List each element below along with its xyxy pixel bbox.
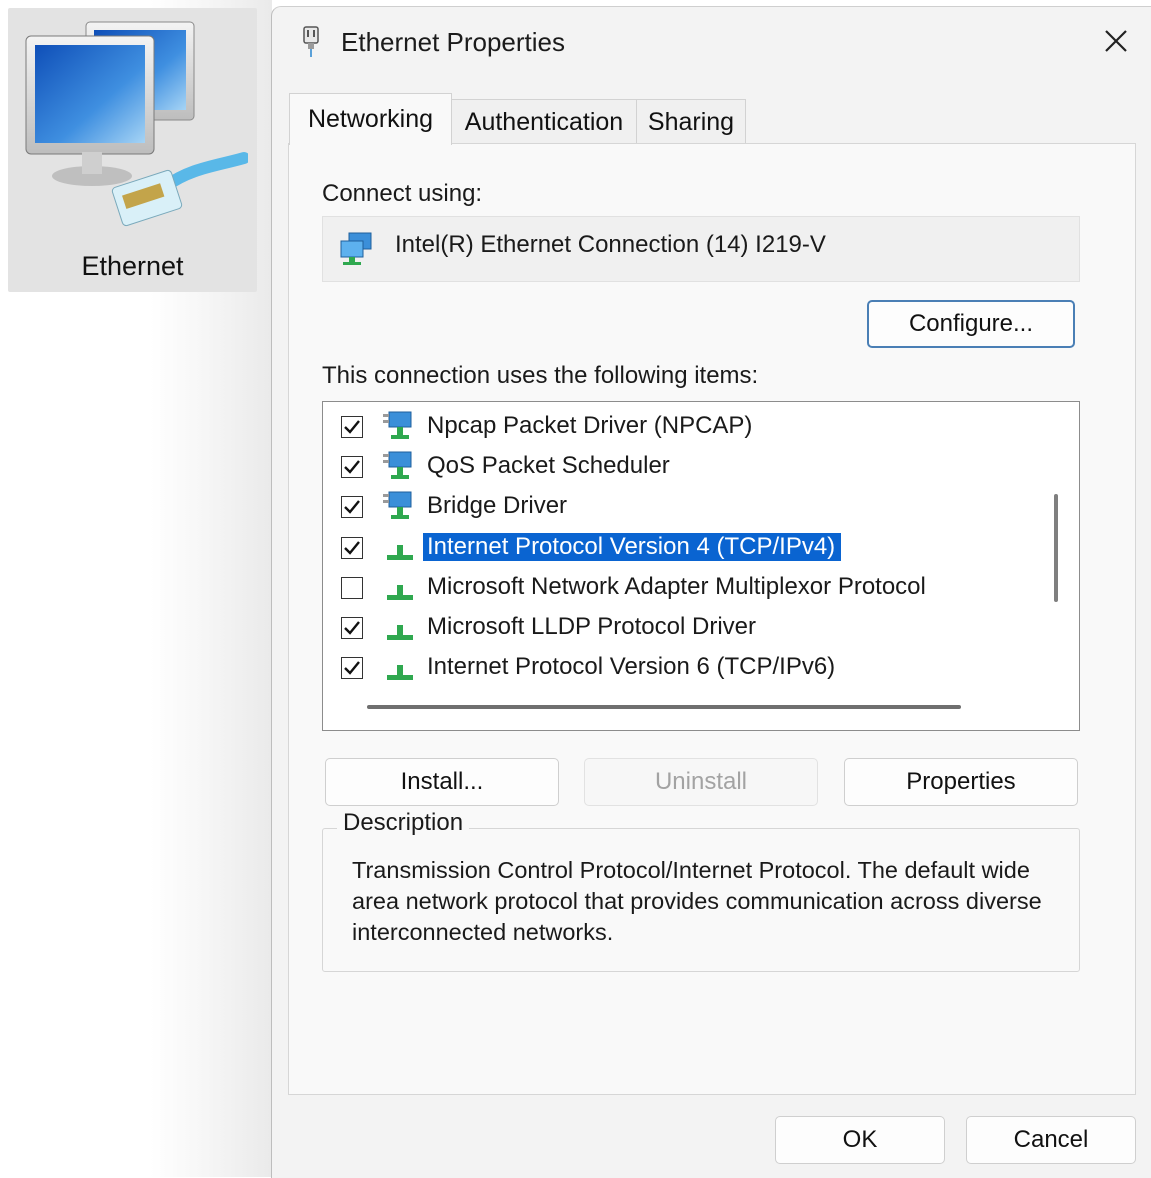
protocol-icon [383, 571, 417, 608]
protocol-icon [383, 611, 417, 648]
tab-authentication[interactable]: Authentication [451, 99, 637, 145]
description-group: Description Transmission Control Protoco… [322, 809, 1080, 972]
configure-button[interactable]: Configure... [867, 300, 1075, 348]
item-label: Microsoft LLDP Protocol Driver [427, 613, 756, 640]
tab-sharing-label: Sharing [647, 108, 735, 136]
desktop-ethernet-shortcut[interactable]: Ethernet [8, 8, 257, 292]
description-text: Transmission Control Protocol/Internet P… [352, 857, 1042, 945]
vertical-scrollbar-thumb[interactable] [1054, 494, 1058, 602]
list-item[interactable]: Microsoft LLDP Protocol Driver [323, 611, 1043, 649]
tab-networking-label: Networking [307, 105, 434, 133]
item-checkbox[interactable] [341, 496, 363, 519]
tab-authentication-label: Authentication [464, 108, 624, 136]
checkmark-icon [344, 420, 360, 434]
dialog-title: Ethernet Properties [341, 27, 566, 57]
desktop-icon-label: Ethernet [81, 251, 184, 281]
description-legend: Description [337, 809, 470, 837]
properties-button[interactable]: Properties [844, 758, 1078, 806]
item-checkbox[interactable] [341, 617, 363, 639]
uninstall-button[interactable]: Uninstall [584, 758, 818, 806]
properties-button-label: Properties [906, 768, 1016, 795]
checkmark-icon [344, 661, 360, 675]
close-icon [1105, 30, 1127, 52]
item-checkbox[interactable] [341, 456, 363, 479]
list-item[interactable]: QoS Packet Scheduler [323, 450, 1043, 488]
list-item[interactable]: Internet Protocol Version 4 (TCP/IPv4) [323, 531, 1043, 569]
item-label: Npcap Packet Driver (NPCAP) [427, 412, 753, 439]
install-button-label: Install... [400, 768, 484, 795]
item-label: Bridge Driver [427, 492, 568, 520]
item-label: Microsoft Network Adapter Multiplexor Pr… [427, 572, 926, 600]
list-item[interactable]: Bridge Driver [323, 490, 1043, 528]
ok-button[interactable]: OK [775, 1116, 945, 1164]
checkmark-icon [344, 500, 360, 515]
item-checkbox[interactable] [341, 416, 363, 438]
checkmark-icon [344, 540, 360, 555]
items-label: This connection uses the following items… [322, 362, 759, 389]
tab-sharing[interactable]: Sharing [636, 99, 746, 145]
tab-networking[interactable]: Networking [289, 93, 452, 145]
item-checkbox[interactable] [341, 576, 363, 599]
list-item[interactable]: Npcap Packet Driver (NPCAP) [323, 410, 1043, 448]
networking-tab-panel: Connect using: Intel(R) Ethernet Connect… [288, 143, 1136, 1095]
protocol-icon [383, 531, 417, 568]
network-adapter-icon [303, 26, 319, 57]
checkmark-icon [344, 460, 360, 474]
install-button[interactable]: Install... [325, 758, 559, 806]
list-item[interactable]: Internet Protocol Version 6 (TCP/IPv6) [323, 651, 1043, 689]
ethernet-properties-dialog: Ethernet Properties Networking Authentic… [271, 6, 1151, 1178]
cancel-button-label: Cancel [1013, 1126, 1089, 1153]
configure-button-label: Configure... [908, 310, 1034, 337]
item-label: Internet Protocol Version 4 (TCP/IPv4) [423, 532, 842, 561]
item-label: QoS Packet Scheduler [427, 452, 670, 480]
item-checkbox[interactable] [341, 536, 363, 559]
network-service-icon [383, 450, 417, 487]
network-adapter-card-icon [340, 232, 372, 265]
uninstall-button-label: Uninstall [654, 768, 748, 795]
components-list[interactable]: Npcap Packet Driver (NPCAP) QoS Packet Sc… [322, 401, 1080, 731]
cancel-button[interactable]: Cancel [966, 1116, 1136, 1164]
adapter-field: Intel(R) Ethernet Connection (14) I219-V [322, 216, 1080, 282]
checkmark-icon [344, 621, 360, 635]
network-service-icon [383, 490, 417, 527]
item-label: Internet Protocol Version 6 (TCP/IPv6) [427, 653, 836, 681]
list-item[interactable]: Microsoft Network Adapter Multiplexor Pr… [323, 571, 1043, 609]
connect-using-label: Connect using: [322, 180, 483, 207]
ok-button-label: OK [842, 1126, 878, 1153]
adapter-name: Intel(R) Ethernet Connection (14) I219-V [395, 231, 826, 258]
item-checkbox[interactable] [341, 657, 363, 680]
network-computers-icon [25, 21, 248, 227]
network-service-icon [383, 410, 417, 447]
horizontal-scrollbar-thumb[interactable] [367, 705, 961, 709]
protocol-icon [383, 651, 417, 688]
close-button[interactable] [1090, 19, 1142, 63]
